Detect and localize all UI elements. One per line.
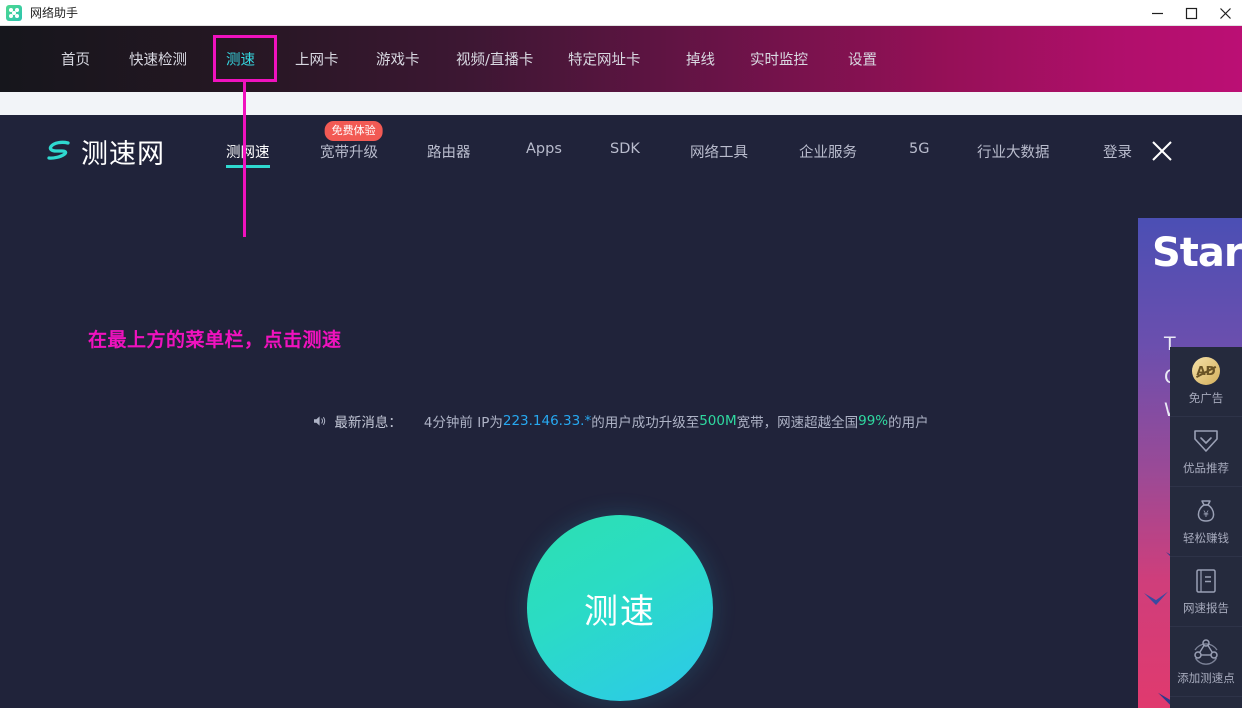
start-speedtest-button[interactable]: 测速 xyxy=(527,515,713,701)
nav-tab-home[interactable]: 首页 xyxy=(61,49,90,70)
ticker-label: 最新消息： xyxy=(334,415,402,431)
nav-tab-quick-check[interactable]: 快速检测 xyxy=(129,49,187,70)
rail-item-help-feedback[interactable]: 帮助反馈 xyxy=(1170,697,1242,708)
rail-item-add-node[interactable]: 添加测速点 xyxy=(1170,627,1242,697)
app-grid-icon xyxy=(6,4,22,21)
site-nav-speedtest[interactable]: 测网速 xyxy=(226,141,270,168)
ad-block-icon: AD xyxy=(1192,357,1220,385)
rail-label-ad-free: 免广告 xyxy=(1188,391,1224,405)
ticker-ip: 223.146.33.* xyxy=(502,413,592,429)
annotation-text: 在最上方的菜单栏，点击测速 xyxy=(88,329,342,351)
ticker-part4: 的用户 xyxy=(888,415,929,431)
window-titlebar: 网络助手 xyxy=(0,0,1242,26)
embedded-webpage: 测速网 测网速 免费体验 宽带升级 路由器 Apps SDK 网络工具 企业服务… xyxy=(0,115,1242,708)
site-nav-network-tools[interactable]: 网络工具 xyxy=(690,141,748,168)
site-nav-broadband-upgrade[interactable]: 免费体验 宽带升级 xyxy=(320,121,383,168)
nav-tab-speedtest[interactable]: 测速 xyxy=(226,49,255,70)
document-icon xyxy=(1196,569,1216,593)
ticker-percent: 99% xyxy=(858,413,889,429)
nav-tab-specific-url-card[interactable]: 特定网址卡 xyxy=(568,49,641,70)
free-trial-badge: 免费体验 xyxy=(324,121,383,141)
diamond-chevron-icon xyxy=(1194,430,1218,452)
close-button[interactable] xyxy=(1208,0,1242,26)
minimize-button[interactable] xyxy=(1140,0,1174,26)
site-nav-login[interactable]: 登录 xyxy=(1103,141,1132,168)
site-nav-apps[interactable]: Apps xyxy=(526,141,562,163)
site-logo[interactable]: 测速网 xyxy=(46,132,165,171)
close-icon[interactable] xyxy=(1150,139,1174,163)
speedtest-s-icon xyxy=(46,138,72,164)
speaker-icon xyxy=(313,415,327,427)
rail-item-ad-free[interactable]: AD 免广告 xyxy=(1170,347,1242,417)
window-controls xyxy=(1140,0,1242,26)
site-nav-broadband-upgrade-label: 宽带升级 xyxy=(320,145,378,161)
rail-label-recommendations: 优品推荐 xyxy=(1183,461,1229,475)
news-ticker: 最新消息： 4分钟前 IP为 223.146.33.* 的用户成功升级至 500… xyxy=(0,411,1242,431)
app-navigation-bar: 首页 快速检测 测速 上网卡 游戏卡 视频/直播卡 特定网址卡 掉线 实时监控 … xyxy=(0,26,1242,92)
svg-text:¥: ¥ xyxy=(1203,510,1209,520)
nav-tab-video-card[interactable]: 视频/直播卡 xyxy=(456,49,533,70)
rail-label-earn-money: 轻松赚钱 xyxy=(1183,531,1229,545)
window-title: 网络助手 xyxy=(30,6,79,20)
nav-tab-internet-card[interactable]: 上网卡 xyxy=(295,49,339,70)
ticker-bandwidth: 500M xyxy=(699,413,737,429)
utility-sidebar: AD 免广告 优品推荐 ¥ 轻松赚钱 网速报告 添加测速点 xyxy=(1170,347,1242,708)
nav-tab-dropline[interactable]: 掉线 xyxy=(686,49,715,70)
rail-item-speed-report[interactable]: 网速报告 xyxy=(1170,557,1242,627)
site-logo-text: 测速网 xyxy=(81,138,165,170)
ticker-part1: 4分钟前 IP为 xyxy=(423,415,503,431)
network-nodes-icon xyxy=(1194,639,1218,665)
site-header: 测速网 测网速 免费体验 宽带升级 路由器 Apps SDK 网络工具 企业服务… xyxy=(0,115,1242,187)
nav-tab-game-card[interactable]: 游戏卡 xyxy=(376,49,420,70)
ticker-part2: 的用户成功升级至 xyxy=(591,415,700,431)
rail-label-speed-report: 网速报告 xyxy=(1183,601,1229,615)
nav-tab-settings[interactable]: 设置 xyxy=(848,49,877,70)
maximize-button[interactable] xyxy=(1174,0,1208,26)
site-nav-sdk[interactable]: SDK xyxy=(610,141,640,163)
site-nav-router[interactable]: 路由器 xyxy=(427,141,471,168)
site-nav-industry-bigdata[interactable]: 行业大数据 xyxy=(977,141,1050,168)
ticker-part3: 宽带，网速超越全国 xyxy=(736,415,859,431)
site-nav-5g[interactable]: 5G xyxy=(909,141,929,163)
rail-label-add-node: 添加测速点 xyxy=(1177,671,1235,685)
separator-strip xyxy=(0,92,1242,115)
bird-shape-icon xyxy=(1144,591,1168,606)
site-nav-enterprise[interactable]: 企业服务 xyxy=(799,141,857,168)
rail-item-earn-money[interactable]: ¥ 轻松赚钱 xyxy=(1170,487,1242,557)
money-bag-icon: ¥ xyxy=(1197,500,1215,522)
starlink-title: Starlink xyxy=(1152,230,1242,276)
rail-item-recommendations[interactable]: 优品推荐 xyxy=(1170,417,1242,487)
nav-tab-realtime-monitor[interactable]: 实时监控 xyxy=(750,49,808,70)
